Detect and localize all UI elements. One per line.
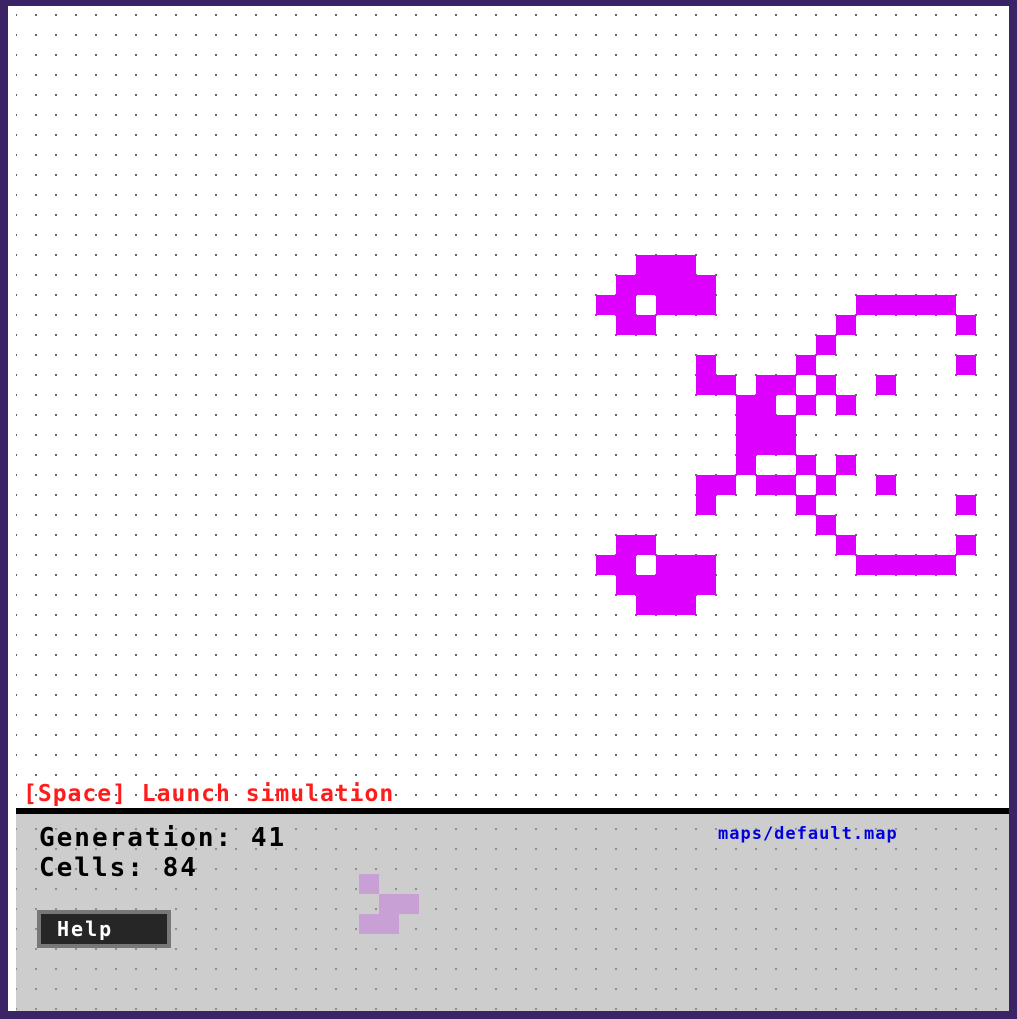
live-cell <box>636 275 656 295</box>
live-cell <box>796 355 816 375</box>
live-cell <box>736 415 756 435</box>
live-cell <box>616 295 636 315</box>
live-cell <box>696 275 716 295</box>
live-cell <box>876 375 896 395</box>
live-cell <box>636 595 656 615</box>
live-cell <box>716 475 736 495</box>
live-cell <box>876 555 896 575</box>
live-cell <box>896 555 916 575</box>
live-cell <box>696 355 716 375</box>
live-cell <box>616 315 636 335</box>
live-cell <box>776 415 796 435</box>
brush-preview-cell <box>379 914 399 934</box>
live-cell <box>676 555 696 575</box>
generation-counter: Generation: 41 <box>39 823 287 853</box>
brush-preview-cell <box>379 894 399 914</box>
live-cell <box>836 315 856 335</box>
live-cell <box>636 535 656 555</box>
live-cell <box>776 435 796 455</box>
brush-preview-cell <box>359 874 379 894</box>
cell-counter: Cells: 84 <box>39 853 198 883</box>
live-cell <box>796 455 816 475</box>
live-cell <box>856 555 876 575</box>
brush-preview-cell <box>399 894 419 914</box>
live-cell <box>676 295 696 315</box>
live-cell <box>816 375 836 395</box>
live-cell <box>916 555 936 575</box>
game-window: [Space] Launch simulation Generation: 41… <box>0 0 1017 1019</box>
live-cell <box>876 295 896 315</box>
live-cell <box>736 395 756 415</box>
live-cell <box>676 575 696 595</box>
live-cell <box>796 495 816 515</box>
live-cell <box>856 295 876 315</box>
live-cell <box>716 375 736 395</box>
live-cell <box>836 535 856 555</box>
live-cell <box>636 575 656 595</box>
live-cell <box>676 595 696 615</box>
live-cell <box>656 255 676 275</box>
live-cell <box>696 575 716 595</box>
live-cell <box>756 435 776 455</box>
live-cell <box>696 475 716 495</box>
live-cell <box>696 495 716 515</box>
live-cell <box>656 595 676 615</box>
live-cell <box>956 315 976 335</box>
live-cell <box>696 555 716 575</box>
live-cell <box>756 415 776 435</box>
live-cell <box>936 555 956 575</box>
live-cell <box>656 295 676 315</box>
live-cell <box>836 455 856 475</box>
live-cell <box>836 395 856 415</box>
live-cell <box>956 495 976 515</box>
live-cell <box>816 475 836 495</box>
live-cell <box>616 555 636 575</box>
live-cell <box>936 295 956 315</box>
live-cell <box>776 375 796 395</box>
live-cell <box>656 575 676 595</box>
live-cell <box>756 395 776 415</box>
live-cell <box>776 475 796 495</box>
status-panel: Generation: 41 Cells: 84 maps/default.ma… <box>16 814 1009 1011</box>
help-button[interactable]: Help <box>37 910 171 948</box>
live-cell <box>796 395 816 415</box>
map-file-path: maps/default.map <box>718 824 898 844</box>
live-cell <box>816 515 836 535</box>
launch-hint: [Space] Launch simulation <box>23 781 395 807</box>
live-cell <box>616 575 636 595</box>
live-cell <box>876 475 896 495</box>
brush-preview-cell <box>359 914 379 934</box>
live-cell <box>656 555 676 575</box>
live-cell <box>616 275 636 295</box>
live-cell <box>956 535 976 555</box>
live-cell <box>596 295 616 315</box>
live-cell <box>756 375 776 395</box>
live-cell <box>596 555 616 575</box>
live-cell <box>736 455 756 475</box>
game-board[interactable]: [Space] Launch simulation <box>16 12 1009 808</box>
live-cell <box>816 335 836 355</box>
live-cell <box>636 255 656 275</box>
live-cell <box>696 375 716 395</box>
live-cell <box>956 355 976 375</box>
live-cell <box>896 295 916 315</box>
live-cell <box>656 275 676 295</box>
live-cell <box>736 435 756 455</box>
live-cell <box>616 535 636 555</box>
live-cell <box>696 295 716 315</box>
live-cell <box>676 255 696 275</box>
live-cell <box>676 275 696 295</box>
live-cell <box>756 475 776 495</box>
live-cell <box>916 295 936 315</box>
live-cell <box>636 315 656 335</box>
